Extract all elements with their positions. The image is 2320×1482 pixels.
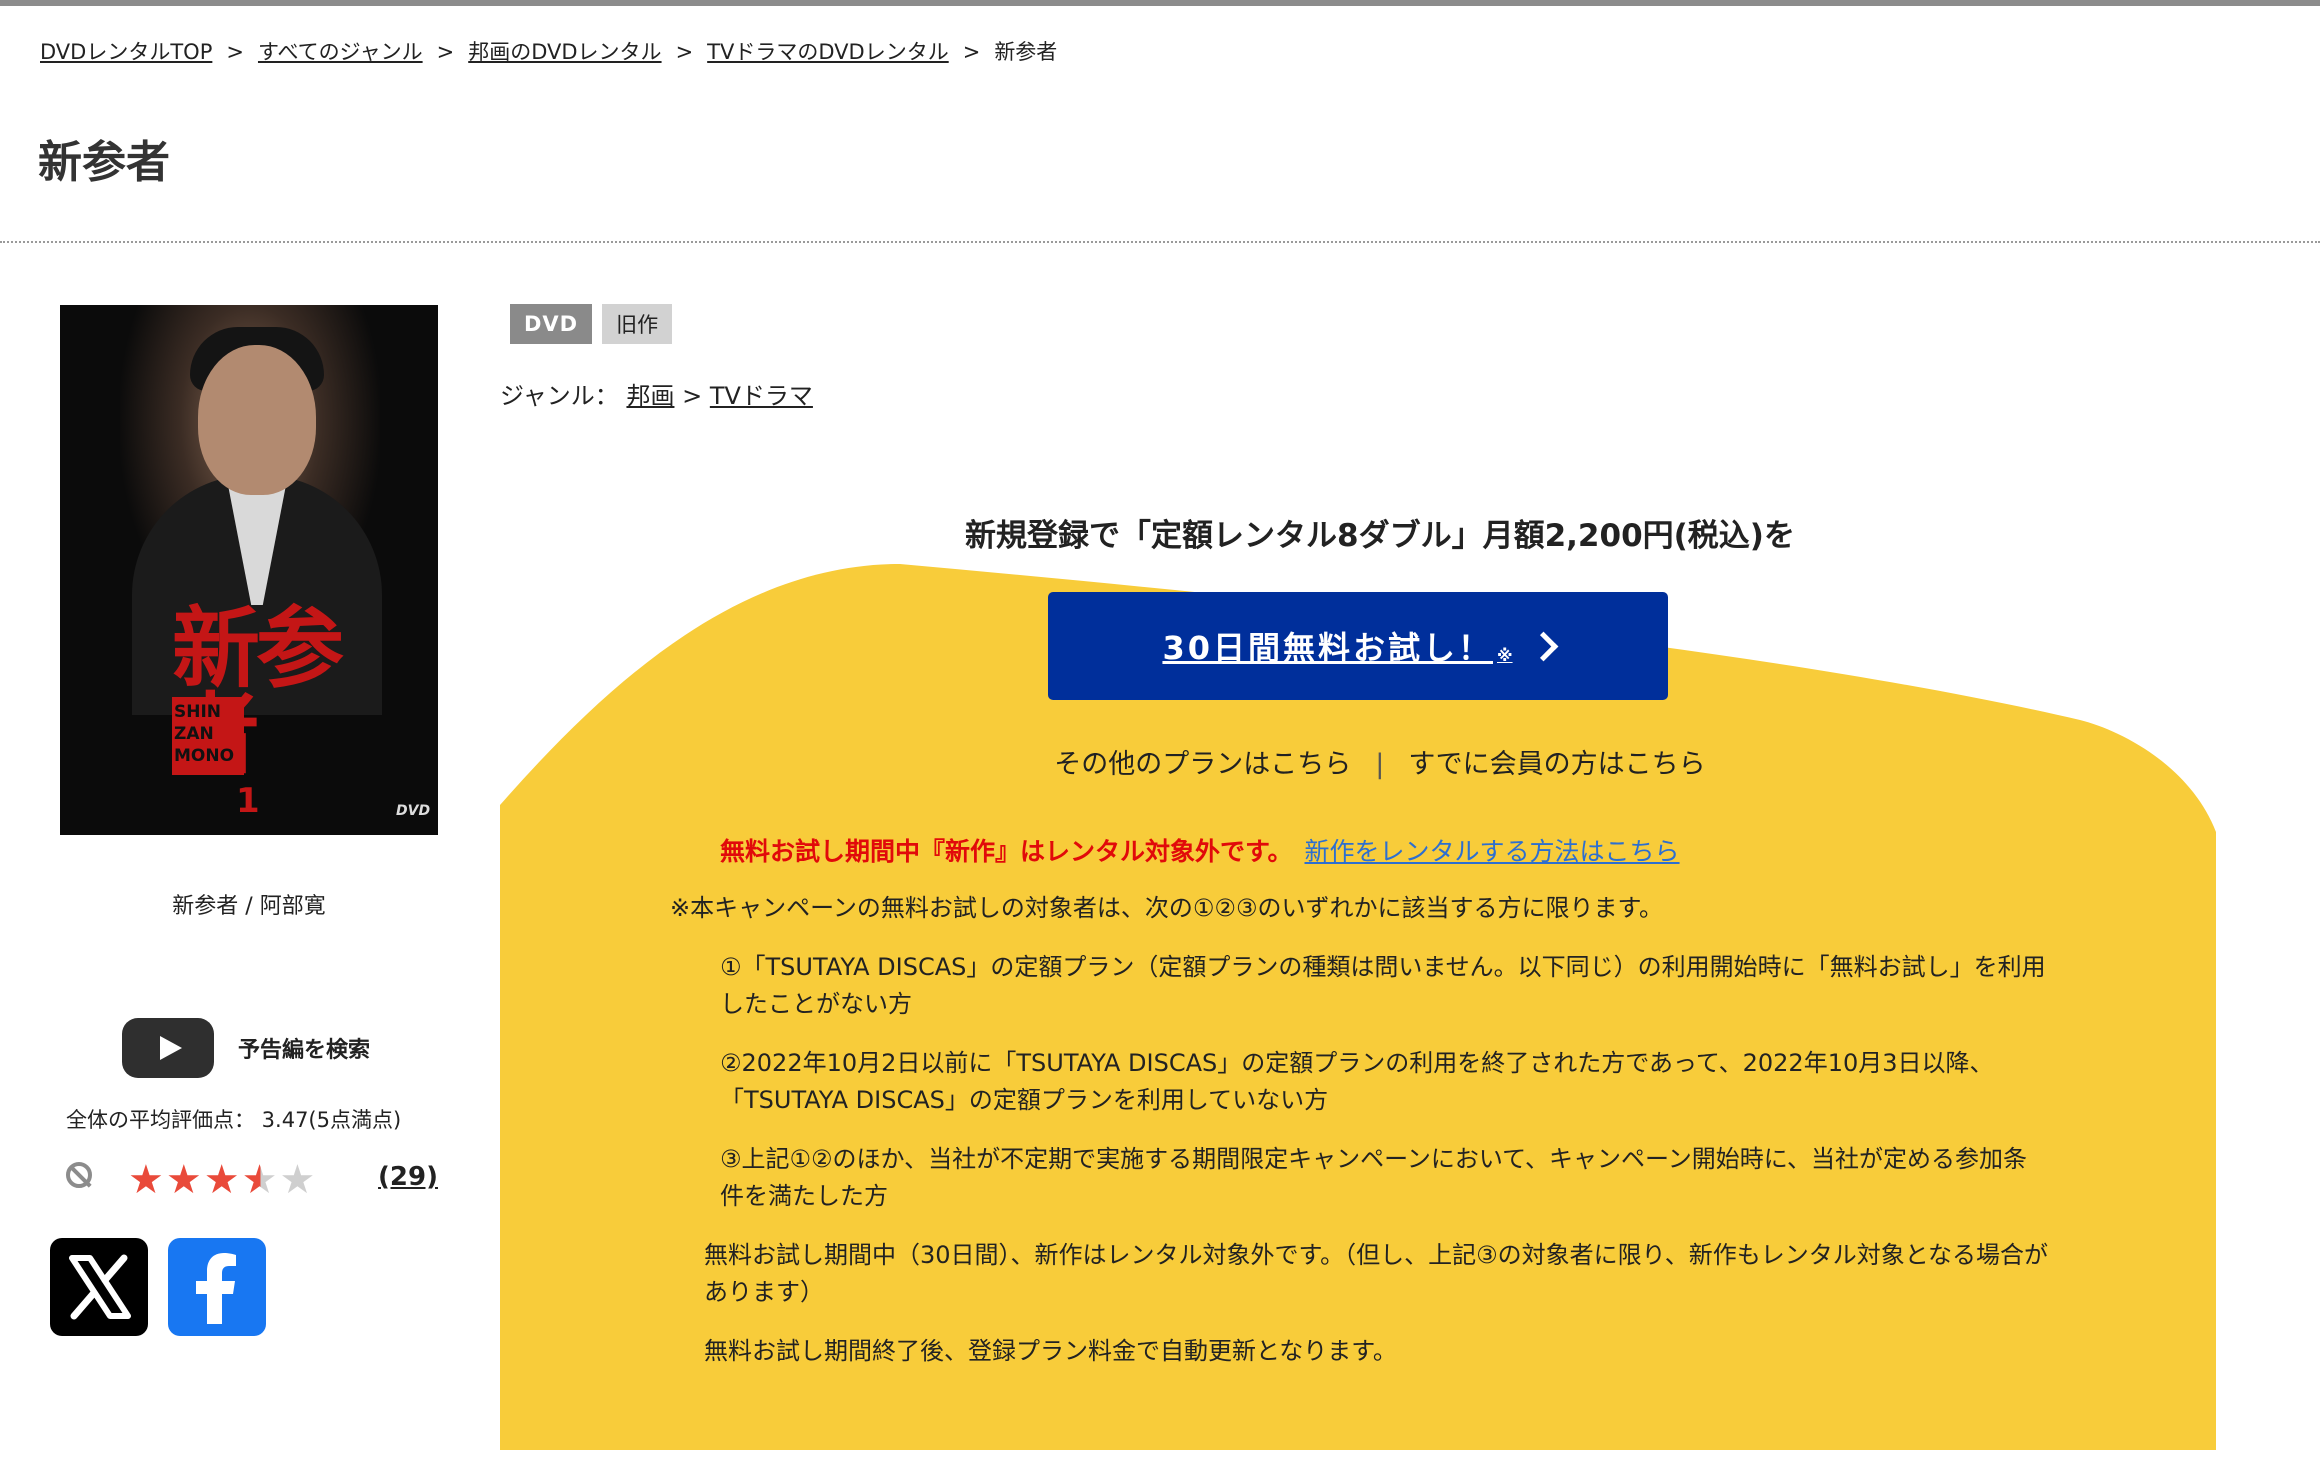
star-full-icon: ★ bbox=[165, 1157, 204, 1203]
genre-link-japanese-films[interactable]: 邦画 bbox=[626, 382, 674, 410]
trailer-search-label: 予告編を検索 bbox=[238, 1038, 371, 1063]
breadcrumb: DVDレンタルTOP > すべてのジャンル > 邦画のDVDレンタル > TVドラマのDVD… bbox=[40, 36, 1057, 66]
promo-headline: 新規登録で「定額レンタル8ダブル」月額2,200円(税込)を bbox=[965, 518, 1795, 554]
star-half-icon: ★ bbox=[241, 1157, 280, 1203]
cover-figure-face bbox=[198, 345, 316, 495]
item-caption: 新参者 / 阿部寛 bbox=[172, 894, 326, 919]
new-release-howto-link[interactable]: 新作をレンタルする方法はこちら bbox=[1305, 837, 1680, 866]
breadcrumb-link-japanese-films[interactable]: 邦画のDVDレンタル bbox=[468, 40, 661, 64]
new-release-warning-text: 無料お試し期間中『新作』はレンタル対象外です。 bbox=[720, 837, 1293, 866]
cover-subtitle: SHIN ZAN MONO bbox=[172, 697, 244, 775]
share-facebook-button[interactable] bbox=[168, 1238, 266, 1336]
new-release-warning: 無料お試し期間中『新作』はレンタル対象外です。 新作をレンタルする方法はこちら bbox=[720, 832, 1680, 868]
cover-subtitle-line: MONO bbox=[174, 746, 235, 766]
top-bar bbox=[0, 0, 2320, 6]
plan-links: その他のプランはこちら | すでに会員の方はこちら bbox=[880, 742, 1880, 781]
free-trial-label: 30日間無料お試し！ bbox=[1162, 629, 1493, 667]
page-title: 新参者 bbox=[38, 137, 170, 188]
other-plans-link[interactable]: その他のプランはこちら bbox=[1054, 749, 1351, 780]
free-trial-note-mark: ※ bbox=[1496, 645, 1513, 665]
genre-label: ジャンル： bbox=[500, 382, 619, 410]
free-trial-button[interactable]: 30日間無料お試し！ ※ bbox=[1048, 592, 1668, 700]
notes-intro: ※本キャンペーンの無料お試しの対象者は、次の①②③のいずれかに該当する方に限りま… bbox=[670, 894, 1664, 922]
notes-condition-1: ①「TSUTAYA DISCAS」の定額プラン（定額プランの種類は問いません。以… bbox=[720, 953, 2046, 1018]
breadcrumb-link-tv-drama[interactable]: TVドラマのDVDレンタル bbox=[707, 40, 949, 64]
average-rating-text: 全体の平均評価点： 3.47(5点満点) bbox=[66, 1108, 402, 1132]
rating-row: ★★★★★ (29) bbox=[66, 1158, 438, 1202]
breadcrumb-separator: > bbox=[962, 40, 981, 64]
notes-condition-3: ③上記①②のほか、当社が不定期で実施する期間限定キャンペーンにおいて、キャンペー… bbox=[720, 1145, 2028, 1210]
cover-volume: 1 bbox=[236, 781, 260, 821]
review-count-link[interactable]: (29) bbox=[378, 1162, 438, 1192]
rating-stars[interactable]: ★★★★★ bbox=[128, 1158, 317, 1202]
chevron-right-icon bbox=[1528, 631, 1558, 661]
breadcrumb-link-dvd-top[interactable]: DVDレンタルTOP bbox=[40, 40, 212, 64]
member-login-link[interactable]: すでに会員の方はこちら bbox=[1408, 749, 1705, 780]
dvd-cover-image[interactable]: 新参者 SHIN ZAN MONO 1 DVD bbox=[60, 305, 438, 835]
x-logo-icon bbox=[69, 1254, 131, 1320]
share-x-button[interactable] bbox=[50, 1238, 148, 1336]
format-badge: DVD bbox=[510, 304, 593, 344]
notes-auto-renewal: 無料お試し期間終了後、登録プラン料金で自動更新となります。 bbox=[704, 1337, 1397, 1365]
plan-links-divider: | bbox=[1375, 749, 1385, 780]
breadcrumb-separator: > bbox=[226, 40, 244, 64]
breadcrumb-separator: > bbox=[675, 40, 694, 64]
notes-condition-2: ②2022年10月2日以前に「TSUTAYA DISCAS」の定額プランの利用を… bbox=[720, 1049, 1994, 1114]
not-interested-icon[interactable] bbox=[66, 1162, 92, 1188]
star-empty-icon: ★ bbox=[279, 1157, 318, 1203]
breadcrumb-current: 新参者 bbox=[994, 40, 1058, 64]
item-tags: DVD 旧作 bbox=[510, 304, 673, 344]
facebook-logo-icon bbox=[196, 1253, 236, 1324]
breadcrumb-link-all-genres[interactable]: すべてのジャンル bbox=[258, 40, 423, 64]
breadcrumb-separator: > bbox=[436, 40, 455, 64]
star-full-icon: ★ bbox=[203, 1157, 242, 1203]
trailer-search-button[interactable]: 予告編を検索 bbox=[122, 1018, 370, 1078]
cover-subtitle-line: ZAN bbox=[174, 724, 214, 744]
header-divider bbox=[0, 241, 2320, 243]
youtube-play-icon bbox=[122, 1018, 214, 1078]
dvd-logo: DVD bbox=[396, 803, 431, 819]
star-full-icon: ★ bbox=[128, 1157, 166, 1203]
genre-link-tv-drama[interactable]: TVドラマ bbox=[710, 382, 813, 410]
release-status-badge: 旧作 bbox=[602, 304, 673, 344]
cover-subtitle-line: SHIN bbox=[174, 702, 222, 722]
genre-separator: > bbox=[682, 382, 703, 410]
genre-line: ジャンル： 邦画 > TVドラマ bbox=[500, 376, 813, 411]
campaign-notes: ※本キャンペーンの無料お試しの対象者は、次の①②③のいずれかに該当する方に限りま… bbox=[670, 890, 2050, 1392]
notes-trial-new-releases: 無料お試し期間中（30日間）、新作はレンタル対象外です。（但し、上記③の対象者に… bbox=[704, 1241, 2048, 1306]
